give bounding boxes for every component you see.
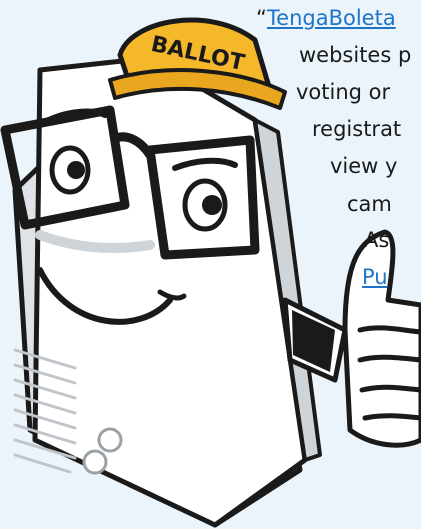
text-line-7: As bbox=[364, 228, 390, 252]
text-line-4: registrat bbox=[312, 117, 402, 141]
option-circle bbox=[97, 427, 123, 453]
text-line-8: Pu bbox=[362, 259, 388, 296]
text-line-1: “TengaBoleta bbox=[256, 6, 396, 30]
partial-description-text: “TengaBoleta websites p voting or regist… bbox=[240, 0, 421, 529]
text-line-6: cam bbox=[347, 192, 392, 216]
text-line-3: voting or bbox=[296, 80, 391, 104]
text-line-2: websites p bbox=[299, 43, 412, 67]
pu-link[interactable]: Pu bbox=[362, 265, 388, 289]
tengaboleta-link[interactable]: TengaBoleta bbox=[267, 6, 396, 30]
option-circle bbox=[82, 449, 108, 475]
text-line-5: view y bbox=[330, 154, 398, 178]
